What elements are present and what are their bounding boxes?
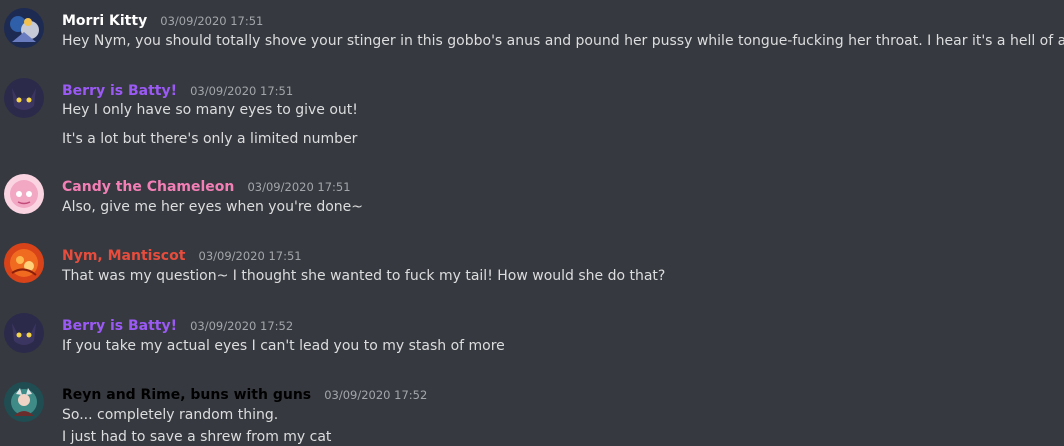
message-text: Hey Nym, you should totally shove your s… [62, 33, 1064, 49]
author-name[interactable]: Nym, Mantiscot [62, 248, 185, 264]
timestamp: 03/09/2020 17:51 [190, 84, 294, 98]
avatar[interactable] [4, 78, 44, 118]
author-name[interactable]: Berry is Batty! [62, 83, 177, 99]
berry-avatar-icon [4, 313, 44, 353]
timestamp: 03/09/2020 17:51 [160, 14, 264, 28]
message-text: So... completely random thing. [62, 407, 279, 423]
avatar[interactable] [4, 8, 44, 48]
message-text: It's a lot but there's only a limited nu… [62, 131, 358, 147]
message-text: Hey I only have so many eyes to give out… [62, 102, 358, 118]
timestamp: 03/09/2020 17:52 [324, 388, 428, 402]
nym-avatar-icon [4, 243, 44, 283]
avatar[interactable] [4, 174, 44, 214]
message-text: That was my question~ I thought she want… [62, 268, 666, 284]
avatar[interactable] [4, 313, 44, 353]
timestamp: 03/09/2020 17:52 [190, 319, 294, 333]
berry-avatar-icon [4, 78, 44, 118]
author-name[interactable]: Candy the Chameleon [62, 179, 234, 195]
timestamp: 03/09/2020 17:51 [247, 180, 351, 194]
avatar[interactable] [4, 243, 44, 283]
morri-kitty-avatar-icon [4, 8, 44, 48]
author-name[interactable]: Morri Kitty [62, 13, 147, 29]
message-text: Also, give me her eyes when you're done~ [62, 199, 364, 215]
candy-avatar-icon [4, 174, 44, 214]
author-name[interactable]: Reyn and Rime, buns with guns [62, 387, 311, 403]
author-name[interactable]: Berry is Batty! [62, 318, 177, 334]
timestamp: 03/09/2020 17:51 [198, 249, 302, 263]
reyn-avatar-icon [4, 382, 44, 422]
avatar[interactable] [4, 382, 44, 422]
message-text: If you take my actual eyes I can't lead … [62, 338, 505, 354]
message-text: I just had to save a shrew from my cat [62, 429, 332, 445]
